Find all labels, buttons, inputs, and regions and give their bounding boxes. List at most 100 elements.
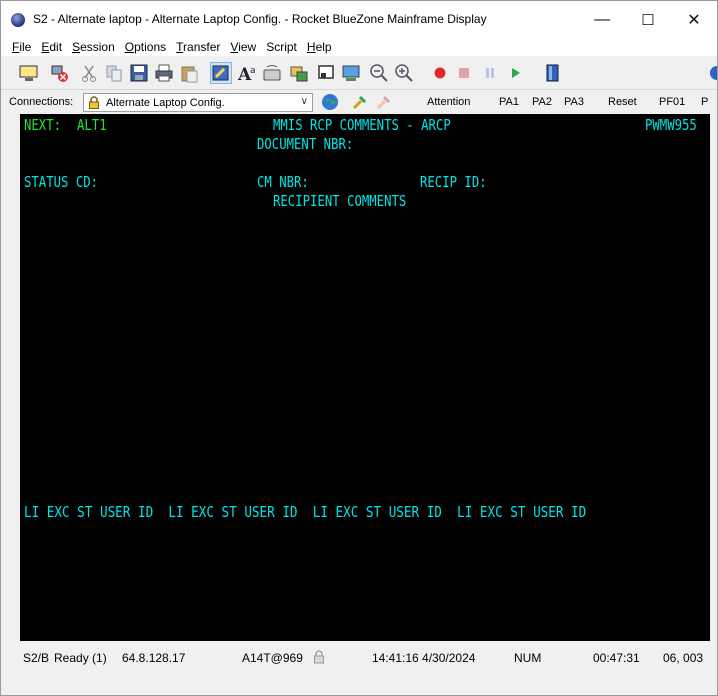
status-bar: S2/B Ready (1) 64.8.128.17 A14T@969 14:4…	[1, 641, 717, 695]
script-icon	[546, 64, 559, 82]
record-button[interactable]	[429, 62, 451, 84]
print-button[interactable]	[153, 62, 175, 84]
save-icon	[130, 64, 148, 82]
plug-disconnect-icon	[376, 95, 391, 110]
status-session: S2/B	[23, 651, 50, 665]
chevron-down-icon: ∨	[300, 96, 308, 107]
script-button[interactable]	[542, 62, 564, 84]
copy-icon	[106, 65, 122, 82]
disconnect-button[interactable]	[48, 62, 70, 84]
font-icon: Aa	[237, 65, 256, 83]
minimize-button[interactable]: —	[579, 1, 625, 38]
zoom-in-icon	[395, 64, 413, 82]
lock-icon	[89, 96, 99, 109]
close-icon: ✕	[687, 11, 701, 29]
play-button[interactable]	[504, 62, 526, 84]
screen-button[interactable]	[315, 62, 337, 84]
pause-icon	[486, 68, 494, 78]
menu-edit[interactable]: Edit	[36, 40, 67, 54]
cut-button[interactable]	[78, 62, 100, 84]
new-session-icon	[19, 65, 38, 81]
status-cursor: 06, 003	[663, 651, 704, 665]
toolbar: Aa	[1, 56, 717, 90]
maximize-icon: ☐	[641, 11, 655, 29]
play-icon	[512, 68, 520, 78]
transfer-button[interactable]	[288, 62, 310, 84]
edit-toggle-button[interactable]	[210, 62, 232, 84]
display-button[interactable]	[340, 62, 362, 84]
screen-id: PWMW955	[645, 116, 697, 134]
status-datetime: 14:41:16 4/30/2024	[372, 651, 476, 665]
status-state: Ready (1)	[54, 651, 107, 665]
title-bar: S2 - Alternate laptop - Alternate Laptop…	[1, 1, 717, 38]
plug-connect-icon	[352, 95, 367, 110]
menu-options[interactable]: Options	[120, 40, 171, 54]
status-num: NUM	[514, 651, 542, 665]
reset-button[interactable]: Reset	[608, 96, 637, 108]
save-button[interactable]	[128, 62, 150, 84]
keyboard-icon	[263, 65, 281, 81]
menu-transfer[interactable]: Transfer	[171, 40, 225, 54]
recip-id-label: RECIP ID:	[420, 173, 487, 191]
status-cd-label: STATUS CD:	[24, 173, 99, 191]
paste-icon	[181, 66, 198, 83]
menu-help[interactable]: Help	[302, 40, 337, 54]
attention-button[interactable]: Attention	[427, 96, 470, 108]
svg-text:a: a	[250, 66, 256, 76]
recipient-comments-heading: RECIPIENT COMMENTS	[273, 192, 407, 210]
cut-icon	[82, 65, 96, 82]
window-title: S2 - Alternate laptop - Alternate Laptop…	[33, 12, 487, 26]
close-button[interactable]: ✕	[671, 1, 717, 38]
disconnect-icon	[51, 65, 68, 82]
secure-lock-icon	[314, 650, 324, 664]
bluezone-window: S2 - Alternate laptop - Alternate Laptop…	[0, 0, 718, 696]
document-nbr-label: DOCUMENT NBR:	[257, 135, 354, 153]
stop-button[interactable]	[453, 62, 475, 84]
screen-title: MMIS RCP COMMENTS - ARCP	[273, 116, 451, 134]
connections-bar: Connections: Alternate Laptop Config. ∨ …	[1, 90, 717, 114]
connections-label: Connections:	[9, 96, 74, 108]
connect-button[interactable]	[321, 93, 339, 111]
zoom-out-button[interactable]	[368, 62, 390, 84]
terminal-screen[interactable]: NEXT: ALT1 MMIS RCP COMMENTS - ARCP PWMW…	[20, 114, 710, 641]
menu-session[interactable]: Session	[67, 40, 120, 54]
pa3-button[interactable]: PA3	[564, 96, 584, 108]
overflow-button[interactable]	[701, 62, 717, 84]
zoom-out-icon	[370, 64, 388, 82]
menu-bar: File Edit Session Options Transfer View …	[1, 38, 717, 56]
connect-session-button[interactable]	[351, 93, 369, 111]
pf01-button[interactable]: PF01	[659, 96, 685, 108]
new-session-button[interactable]	[18, 62, 40, 84]
status-host: 64.8.128.17	[122, 651, 186, 665]
disconnect-session-button[interactable]	[375, 93, 393, 111]
menu-script[interactable]: Script	[261, 40, 302, 54]
maximize-button[interactable]: ☐	[625, 1, 671, 38]
overflow-icon	[710, 66, 717, 80]
next-label: NEXT:	[24, 116, 62, 134]
font-button[interactable]: Aa	[237, 62, 259, 84]
copy-button[interactable]	[103, 62, 125, 84]
edit-icon	[212, 65, 229, 81]
menu-view[interactable]: View	[225, 40, 261, 54]
bluezone-app-icon	[11, 13, 25, 27]
pf-more-button[interactable]: P	[701, 96, 708, 108]
screen-icon	[318, 65, 334, 79]
pa2-button[interactable]: PA2	[532, 96, 552, 108]
status-lu: A14T@969	[242, 651, 303, 665]
next-command-field[interactable]: ALT1	[77, 116, 107, 135]
connections-dropdown[interactable]: Alternate Laptop Config. ∨	[83, 93, 313, 112]
display-icon	[342, 65, 360, 81]
cm-nbr-label: CM NBR:	[257, 173, 309, 191]
pa1-button[interactable]: PA1	[499, 96, 519, 108]
status-elapsed: 00:47:31	[593, 651, 640, 665]
connections-selected: Alternate Laptop Config.	[106, 97, 225, 109]
stop-icon	[459, 68, 469, 78]
menu-file[interactable]: File	[7, 40, 36, 54]
comments-footer-header: LI EXC ST USER ID LI EXC ST USER ID LI E…	[24, 503, 587, 521]
globe-icon	[322, 94, 338, 110]
keyboard-button[interactable]	[261, 62, 283, 84]
zoom-in-button[interactable]	[393, 62, 415, 84]
paste-button[interactable]	[178, 62, 200, 84]
pause-button[interactable]	[479, 62, 501, 84]
minimize-icon: —	[594, 10, 610, 28]
